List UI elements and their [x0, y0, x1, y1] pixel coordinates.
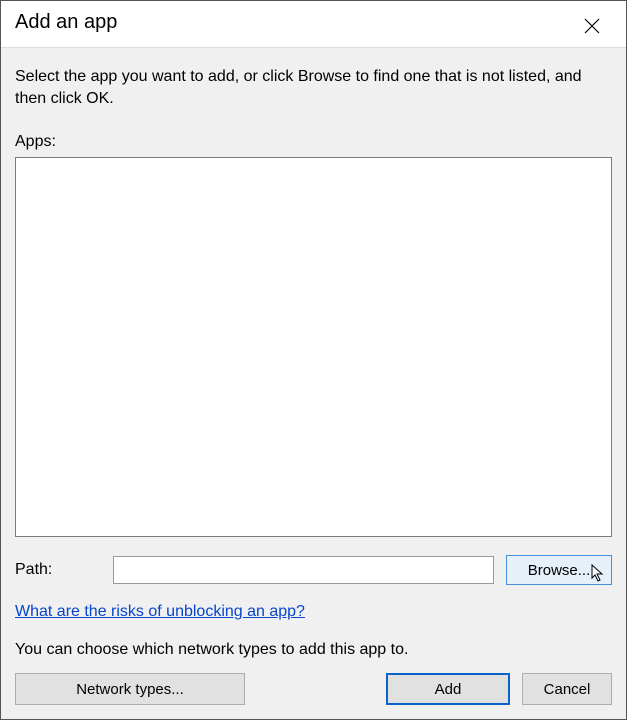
path-row: Path: Browse... [15, 555, 612, 585]
titlebar: Add an app [1, 1, 626, 47]
instruction-text: Select the app you want to add, or click… [15, 66, 612, 109]
cancel-button[interactable]: Cancel [522, 673, 612, 705]
risks-link[interactable]: What are the risks of unblocking an app? [15, 603, 612, 621]
close-icon [584, 18, 600, 34]
browse-button-label: Browse... [528, 562, 591, 579]
close-button[interactable] [572, 11, 612, 41]
add-button[interactable]: Add [386, 673, 510, 705]
dialog-content: Select the app you want to add, or click… [1, 47, 626, 719]
network-types-button[interactable]: Network types... [15, 673, 245, 705]
apps-label: Apps: [15, 133, 612, 151]
path-input[interactable] [113, 556, 494, 584]
cursor-icon [591, 564, 607, 584]
network-description: You can choose which network types to ad… [15, 641, 612, 659]
window-title: Add an app [15, 11, 117, 34]
button-row: Network types... Add Cancel [15, 673, 612, 705]
add-app-dialog: Add an app Select the app you want to ad… [0, 0, 627, 720]
browse-button[interactable]: Browse... [506, 555, 612, 585]
path-label: Path: [15, 561, 101, 579]
apps-listbox[interactable] [15, 157, 612, 537]
